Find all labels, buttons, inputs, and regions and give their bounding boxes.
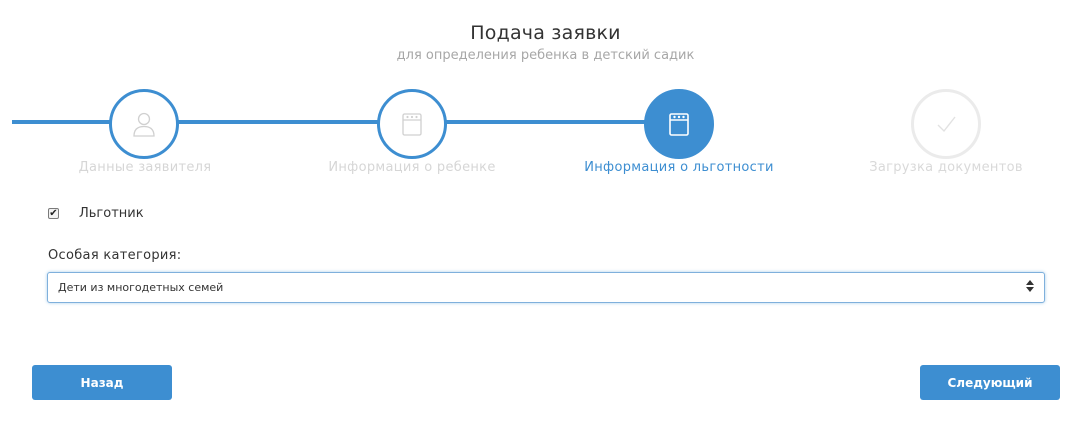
- step-4-label: Загрузка документов: [869, 160, 1023, 175]
- category-select[interactable]: Дети из многодетных семей: [47, 272, 1045, 303]
- step-1-label: Данные заявителя: [78, 160, 212, 175]
- benefit-checkbox-row: ✔ Льготник: [48, 206, 144, 221]
- next-button[interactable]: Следующий: [920, 365, 1060, 400]
- step-2-circle[interactable]: [377, 89, 447, 159]
- step-4-circle[interactable]: [911, 89, 981, 159]
- benefit-checkbox-label: Льготник: [79, 206, 144, 221]
- benefit-checkbox[interactable]: ✔: [48, 208, 59, 219]
- page-subtitle: для определения ребенка в детский садик: [396, 48, 695, 63]
- select-arrows-icon: [1026, 280, 1034, 292]
- user-icon: [133, 112, 155, 137]
- calendar-icon: [402, 113, 422, 136]
- step-1-circle[interactable]: [109, 89, 179, 159]
- category-label: Особая категория:: [48, 248, 182, 263]
- wizard-steps: Данные заявителя Информация о ребенке Ин…: [0, 85, 1091, 185]
- check-icon: [937, 116, 956, 133]
- category-selected-value: Дети из многодетных семей: [58, 281, 224, 294]
- back-button[interactable]: Назад: [32, 365, 172, 400]
- calendar-icon: [669, 113, 689, 136]
- page-title: Подача заявки: [470, 22, 621, 44]
- step-3-label: Информация о льготности: [584, 160, 774, 175]
- step-2-label: Информация о ребенке: [328, 160, 496, 175]
- step-3-circle[interactable]: [644, 89, 714, 159]
